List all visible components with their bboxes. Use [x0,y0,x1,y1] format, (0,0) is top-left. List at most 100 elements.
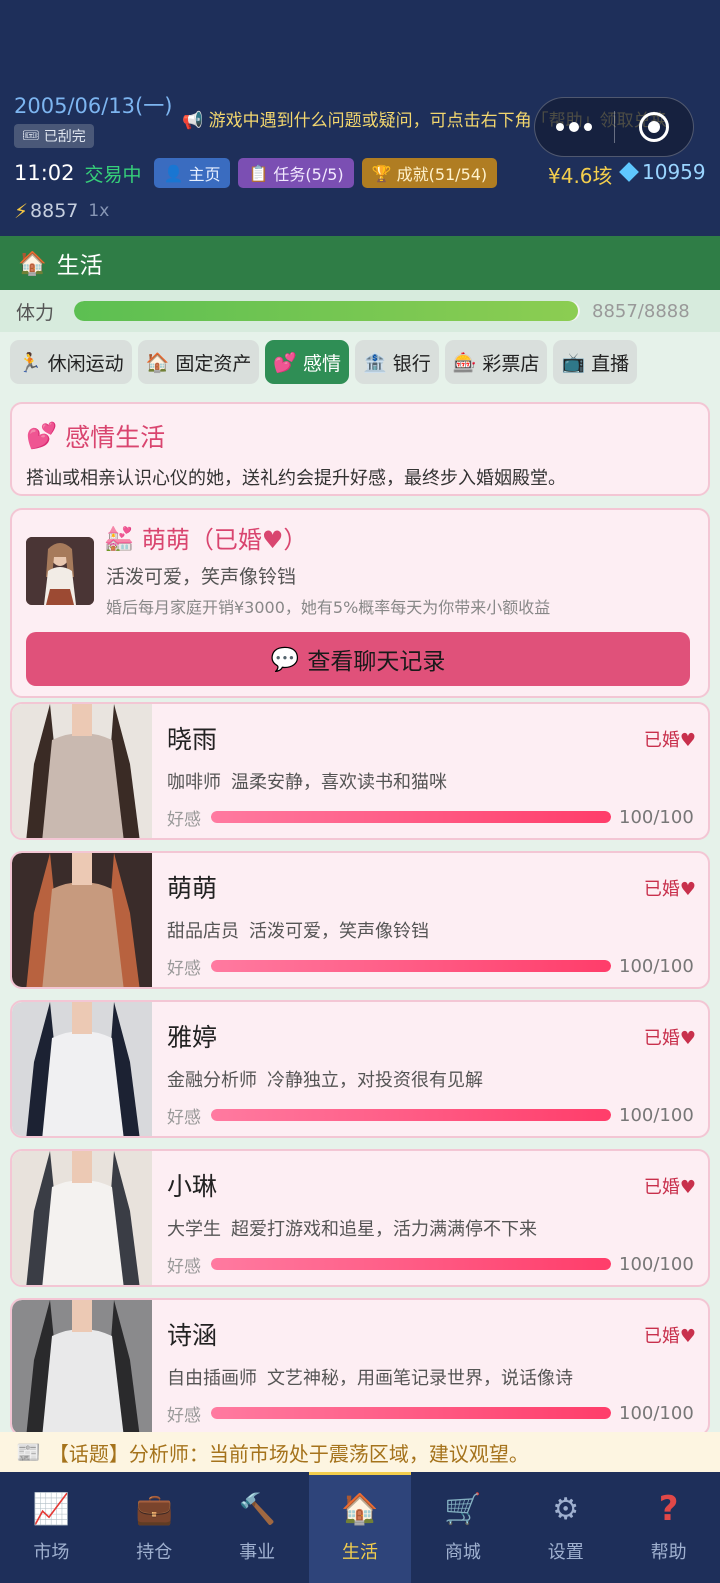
speed-multiplier[interactable]: 1x [88,201,109,221]
girl-job: 金融分析师 [167,1070,257,1091]
tab-label: 银行 [392,352,431,375]
tab-label: 感情 [303,352,342,375]
girl-job: 大学生 [167,1219,221,1240]
affection-label: 好感 [167,1107,201,1128]
cart-icon: 🛒 [444,1491,482,1527]
affection-row: 好感 100/100 [167,954,697,979]
affection-fill [211,1407,611,1419]
stamina-value: 8857/8888 [592,300,690,322]
romance-intro-card: 💕 感情生活 搭讪或相亲认识心仪的她，送礼约会提升好感，最终步入婚姻殿堂。 [10,402,710,496]
nav-item[interactable]: 🛒 商城 [411,1472,514,1583]
nav-item[interactable]: ⚙ 设置 [514,1472,617,1583]
girl-photo [12,1300,152,1434]
marital-status: 已婚♥ [643,730,696,751]
girl-photo [12,1002,152,1136]
tab-romance[interactable]: 💕 感情 [265,340,350,384]
tab-label: 彩票店 [482,352,540,375]
nav-item[interactable]: 💼 持仓 [103,1472,206,1583]
tab-livestream[interactable]: 📺 直播 [553,340,638,384]
girl-job: 甜品店员 [167,921,239,942]
nav-label: 事业 [239,1542,276,1563]
more-menu-button[interactable] [535,98,614,156]
section-title-bar: 🏠 生活 [0,236,720,290]
view-chat-history-button[interactable]: 💬 查看聊天记录 [26,632,690,686]
nav-label: 商城 [444,1542,481,1563]
life-category-tabs: 🏃 休闲运动 🏠 固定资产 💕 感情 🏦 银行 🎰 彩票店 📺 直播 [10,340,710,384]
game-time: 11:02 [14,161,75,185]
girl-job: 自由插画师 [167,1368,257,1389]
chat-button-label: 查看聊天记录 [307,649,446,675]
affection-fill [211,1109,611,1121]
spouse-avatar [26,537,94,605]
affection-label: 好感 [167,958,201,979]
tasks-button[interactable]: 📋 任务(5/5) [238,158,354,188]
girl-card[interactable]: 雅婷 已婚♥ 金融分析师 冷静独立，对投资很有见解 好感 100/100 [10,1000,710,1138]
spouse-card: 💒 萌萌（已婚♥） 活泼可爱，笑声像铃铛 婚后每月家庭开销¥3000，她有5%概… [10,508,710,698]
trade-status: 交易中 [84,163,142,186]
chart-icon: 📈 [32,1491,71,1527]
affection-label: 好感 [167,809,201,830]
clipboard-icon: 📋 [248,163,269,183]
girl-photo [12,853,152,987]
tv-icon: 📺 [561,351,586,374]
girl-personality: 温柔安静，喜欢读书和猫咪 [231,772,447,793]
intro-title: 💕 感情生活 [26,418,694,454]
girl-card[interactable]: 诗涵 已婚♥ 自由插画师 文艺神秘，用画笔记录世界，说话像诗 好感 100/100 [10,1298,710,1436]
bank-icon: 🏦 [363,351,387,374]
affection-value: 100/100 [619,1104,694,1126]
affection-track [211,1258,611,1270]
section-title: 生活 [56,253,103,279]
affection-row: 好感 100/100 [167,805,697,830]
scratch-badge-label: 已刮完 [43,129,86,145]
speech-bubble-icon: 💬 [270,646,300,673]
tab-lottery-shop[interactable]: 🎰 彩票店 [444,340,548,384]
help-icon: ? [658,1489,679,1529]
affection-track [211,1109,611,1121]
marital-status: 已婚♥ [643,1028,696,1049]
girl-card[interactable]: 小琳 已婚♥ 大学生 超爱打游戏和追星，活力满满停不下来 好感 100/100 [10,1149,710,1287]
game-date: 2005/06/13(一) [14,94,173,118]
nav-label: 设置 [547,1542,584,1563]
affection-value: 100/100 [619,1253,694,1275]
girl-card[interactable]: 晓雨 已婚♥ 咖啡师 温柔安静，喜欢读书和猫咪 好感 100/100 [10,702,710,840]
girl-photo [12,704,152,838]
nav-item[interactable]: 🏠 生活 [308,1472,412,1583]
nav-label: 帮助 [650,1542,687,1563]
girl-name: 小琳 [167,1172,218,1201]
trophy-icon: 🏆 [371,163,392,183]
stamina-label: 体力 [16,301,55,324]
gear-icon: ⚙ [552,1491,580,1527]
marital-status: 已婚♥ [643,879,696,900]
stamina-bar: 体力 8857/8888 [0,290,720,332]
tab-label: 固定资产 [175,352,252,375]
home-button[interactable]: 👤 主页 [153,158,231,188]
girl-personality: 超爱打游戏和追星，活力满满停不下来 [231,1219,537,1240]
hammer-icon: 🔨 [238,1491,276,1527]
diamond-icon [619,162,639,182]
slot-machine-icon: 🎰 [452,351,477,374]
top-status-header: 2005/06/13(一) 🎟 已刮完 📢 游戏中遇到什么问题或疑问，可点击右下… [0,0,720,236]
nav-item[interactable]: 🔨 事业 [206,1472,309,1583]
affection-label: 好感 [167,1405,201,1426]
affection-fill [211,1258,611,1270]
briefcase-icon: 💼 [135,1491,173,1527]
close-miniprogram-button[interactable] [615,98,694,156]
tab-bank[interactable]: 🏦 银行 [355,340,439,384]
affection-row: 好感 100/100 [167,1103,697,1128]
energy-readout: ⚡ 8857 1x [14,199,109,223]
scratch-badge[interactable]: 🎟 已刮完 [14,124,94,148]
girl-name: 晓雨 [167,725,218,754]
nav-item[interactable]: ? 帮助 [617,1472,720,1583]
girl-description: 自由插画师 文艺神秘，用画笔记录世界，说话像诗 [167,1364,573,1390]
achievements-button[interactable]: 🏆 成就(51/54) [361,158,498,188]
tab-fixed-assets[interactable]: 🏠 固定资产 [137,340,260,384]
tasks-button-label: 任务(5/5) [273,165,344,184]
tab-leisure-sports[interactable]: 🏃 休闲运动 [10,340,132,384]
megaphone-icon: 📢 [182,111,209,131]
nav-item[interactable]: 📈 市场 [0,1472,103,1583]
newspaper-icon: 📰 [16,1440,41,1464]
user-icon: 👤 [163,163,184,183]
girl-card[interactable]: 萌萌 已婚♥ 甜品店员 活泼可爱，笑声像铃铛 好感 100/100 [10,851,710,989]
running-icon: 🏃 [18,351,42,374]
money-balance: ¥4.6垓 [548,164,613,188]
